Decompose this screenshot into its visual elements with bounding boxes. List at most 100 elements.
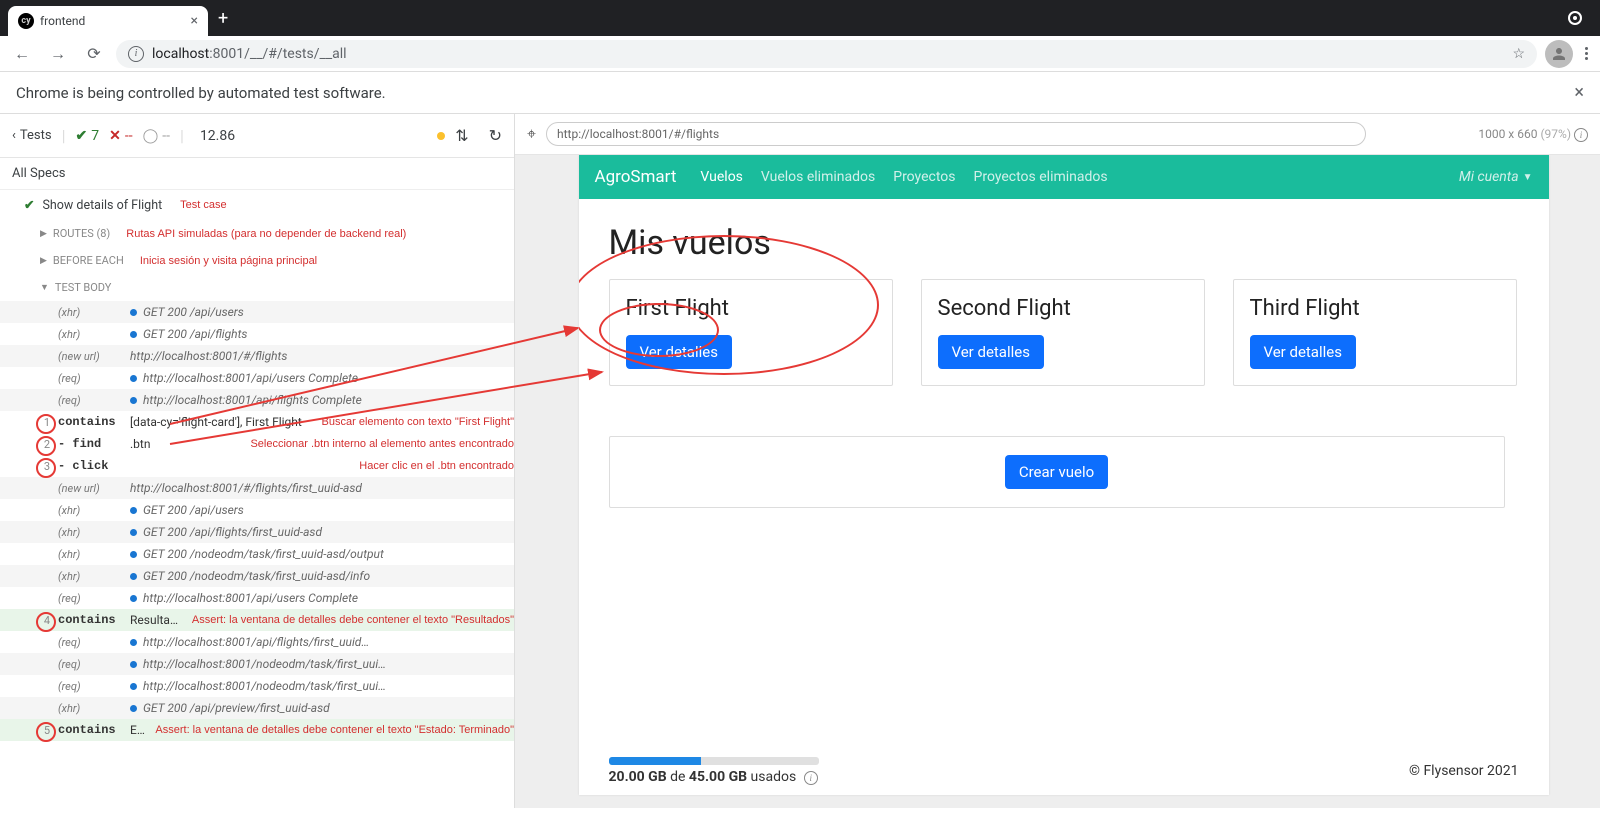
before-each-section[interactable]: ▶ BEFORE EACH Inicia sesión y visita pág… (0, 247, 514, 274)
command-log-row[interactable]: 2- find.btn Seleccionar .btn interno al e… (0, 433, 514, 455)
command-name: - find (58, 437, 130, 451)
log-tag: (xhr) (58, 504, 130, 517)
command-args: .btn (130, 437, 240, 451)
log-message: http://localhost:8001/api/flights Comple… (130, 393, 514, 407)
new-tab-button[interactable]: + (218, 8, 228, 29)
log-message: GET 200 /api/users (130, 305, 514, 319)
log-tag: (req) (58, 636, 130, 649)
log-number: 4 (0, 614, 58, 627)
command-args: [data-cy='flight-card'], First Flight (130, 415, 312, 429)
copyright-text: © Flysensor 2021 (1409, 763, 1519, 779)
browser-extension-icon[interactable] (1568, 11, 1582, 25)
profile-avatar[interactable] (1545, 40, 1573, 68)
automation-banner-close-icon[interactable]: × (1574, 82, 1584, 103)
log-message: http://localhost:8001/api/flights/first_… (130, 635, 514, 649)
test-title: Show details of Flight (42, 198, 162, 213)
log-tag: (req) (58, 680, 130, 693)
preview-url-bar[interactable]: http://localhost:8001/#/flights (546, 122, 1366, 146)
log-message: GET 200 /nodeodm/task/first_uuid-asd/inf… (130, 569, 514, 583)
nav-link-proyectos[interactable]: Proyectos (893, 169, 955, 185)
log-message: http://localhost:8001/nodeodm/task/first… (130, 657, 514, 671)
browser-menu-icon[interactable] (1581, 43, 1592, 64)
command-log-row[interactable]: 3- clickHacer clic en el .btn encontrado (0, 455, 514, 477)
log-message: http://localhost:8001/api/users Complete (130, 371, 514, 385)
log-tag: (xhr) (58, 306, 130, 319)
test-row[interactable]: ✔ Show details of Flight Test case (0, 190, 514, 220)
command-name: contains (58, 723, 130, 737)
command-log-row[interactable]: (xhr)GET 200 /api/users (0, 301, 514, 323)
command-name: - click (58, 459, 130, 473)
bookmark-star-icon[interactable]: ☆ (1512, 46, 1525, 62)
storage-text: 20.00 GB de 45.00 GB usados i (609, 769, 819, 785)
log-number: 2 (0, 438, 58, 451)
log-tag: (new url) (58, 350, 130, 363)
tests-back-button[interactable]: ‹ Tests (12, 128, 52, 143)
nav-link-vuelos[interactable]: Vuelos (700, 169, 742, 185)
log-tag: (xhr) (58, 328, 130, 341)
nav-link-vuelos-eliminados[interactable]: Vuelos eliminados (761, 169, 875, 185)
command-log-row[interactable]: 4containsResultadosAssert: la ventana de… (0, 609, 514, 631)
ver-detalles-button[interactable]: Ver detalles (1250, 335, 1356, 369)
ver-detalles-button[interactable]: Ver detalles (626, 335, 732, 369)
command-log-row[interactable]: (xhr)GET 200 /api/users (0, 499, 514, 521)
flight-card: Second Flight Ver detalles (921, 279, 1205, 386)
selector-playground-icon[interactable]: ⌖ (527, 124, 536, 144)
command-log-row[interactable]: (xhr)GET 200 /api/flights (0, 323, 514, 345)
card-title: Third Flight (1250, 296, 1500, 321)
failed-count: ✕-- (109, 128, 132, 144)
back-button[interactable]: ← (8, 40, 36, 68)
command-args: Estado: Terminado (130, 723, 145, 737)
log-message: GET 200 /api/preview/first_uuid-asd (130, 701, 514, 715)
all-specs-label[interactable]: All Specs (0, 158, 514, 190)
browser-tab[interactable]: cy frontend × (8, 6, 208, 36)
command-log-row[interactable]: 1contains[data-cy='flight-card'], First … (0, 411, 514, 433)
ver-detalles-button[interactable]: Ver detalles (938, 335, 1044, 369)
command-log-row[interactable]: 5containsEstado: TerminadoAssert: la ven… (0, 719, 514, 741)
card-title: First Flight (626, 296, 876, 321)
page-title: Mis vuelos (609, 223, 1537, 263)
routes-section[interactable]: ▶ ROUTES (8) Rutas API simuladas (para n… (0, 220, 514, 247)
info-icon[interactable]: i (1574, 128, 1588, 142)
command-log-row[interactable]: (req)http://localhost:8001/api/flights C… (0, 389, 514, 411)
command-log-row[interactable]: (new url)http://localhost:8001/#/flights (0, 345, 514, 367)
brand-logo[interactable]: AgroSmart (595, 167, 677, 187)
log-tag: (req) (58, 658, 130, 671)
site-info-icon[interactable]: i (128, 46, 144, 62)
command-log-row[interactable]: (xhr)GET 200 /nodeodm/task/first_uuid-as… (0, 543, 514, 565)
annotation-text: Seleccionar .btn interno al elemento ant… (250, 438, 514, 450)
command-log-row[interactable]: (req)http://localhost:8001/nodeodm/task/… (0, 653, 514, 675)
log-tag: (req) (58, 372, 130, 385)
forward-button[interactable]: → (44, 40, 72, 68)
log-tag: (req) (58, 394, 130, 407)
command-log-row[interactable]: (req)http://localhost:8001/api/users Com… (0, 587, 514, 609)
log-message: http://localhost:8001/#/flights/first_uu… (130, 481, 514, 495)
close-tab-icon[interactable]: × (191, 13, 198, 29)
log-message: GET 200 /nodeodm/task/first_uuid-asd/out… (130, 547, 514, 561)
crear-vuelo-button[interactable]: Crear vuelo (1005, 455, 1108, 489)
account-dropdown[interactable]: Mi cuenta ▼ (1459, 169, 1533, 185)
command-log-row[interactable]: (xhr)GET 200 /api/preview/first_uuid-asd (0, 697, 514, 719)
info-icon[interactable]: i (804, 771, 818, 785)
reload-button[interactable]: ⟳ (80, 40, 108, 68)
command-log-row[interactable]: (xhr)GET 200 /nodeodm/task/first_uuid-as… (0, 565, 514, 587)
annotation-text: Buscar elemento con texto "First Flight" (322, 416, 514, 428)
nav-link-proyectos-eliminados[interactable]: Proyectos eliminados (974, 169, 1108, 185)
application-under-test: AgroSmart Vuelos Vuelos eliminados Proye… (579, 155, 1549, 795)
command-log-row[interactable]: (xhr)GET 200 /api/flights/first_uuid-asd (0, 521, 514, 543)
rerun-tests-icon[interactable]: ↻ (489, 126, 502, 145)
command-log-row[interactable]: (req)http://localhost:8001/nodeodm/task/… (0, 675, 514, 697)
cypress-favicon: cy (18, 13, 34, 29)
log-tag: (xhr) (58, 702, 130, 715)
log-number: 5 (0, 724, 58, 737)
log-message: GET 200 /api/users (130, 503, 514, 517)
test-body-section[interactable]: ▼ TEST BODY (0, 274, 514, 301)
command-log-row[interactable]: (req)http://localhost:8001/api/users Com… (0, 367, 514, 389)
viewport-dimensions: 1000 x 660 (97%) i (1478, 127, 1588, 142)
command-args: Resultados (130, 613, 182, 627)
command-log-row[interactable]: (new url)http://localhost:8001/#/flights… (0, 477, 514, 499)
expand-collapse-icon[interactable]: ⇅ (455, 126, 468, 145)
command-log-row[interactable]: (req)http://localhost:8001/api/flights/f… (0, 631, 514, 653)
test-duration: 12.86 (200, 128, 235, 144)
address-bar[interactable]: i localhost:8001/__/#/tests/__all ☆ (116, 40, 1537, 68)
automation-banner-text: Chrome is being controlled by automated … (16, 84, 386, 102)
